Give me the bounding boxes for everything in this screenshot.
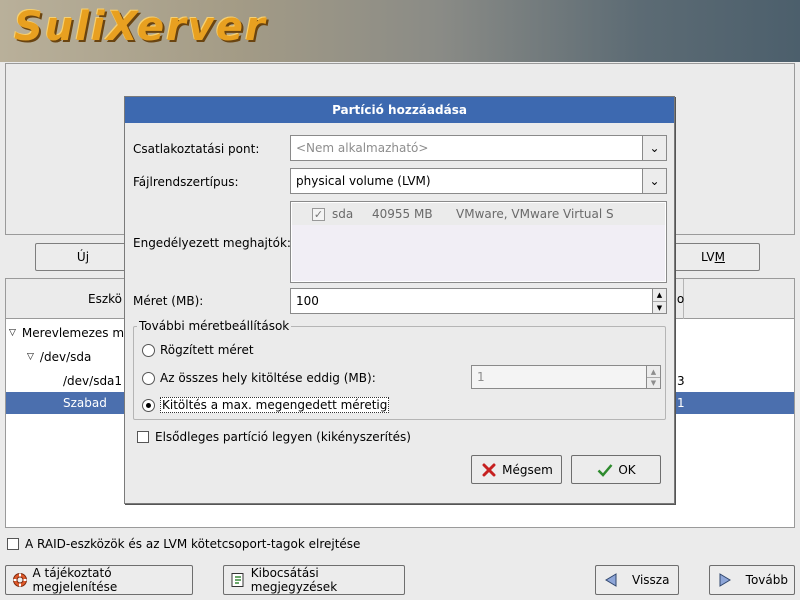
spin-down-icon[interactable]: ▼ [653, 301, 666, 313]
next-button[interactable]: Tovább [709, 565, 795, 595]
size-spinbox[interactable]: 100 ▲ ▼ [290, 288, 667, 314]
lvm-button[interactable]: LVM [666, 243, 760, 271]
radio-fill-max[interactable]: Kitöltés a max. megengedett méretig [142, 394, 390, 416]
fill-upto-spinbox[interactable]: 1 ▲ ▼ [471, 365, 661, 389]
ok-button[interactable]: OK [571, 455, 661, 484]
sulixerver-logo: SuliXerver [14, 4, 267, 50]
expand-triangle-icon[interactable]: ▽ [9, 328, 16, 338]
spin-up-icon[interactable]: ▲ [647, 366, 660, 377]
spin-arrows[interactable]: ▲ ▼ [652, 289, 666, 313]
hide-raid-lvm-checkbox[interactable]: A RAID-eszközök és az LVM kötetcsoport-t… [7, 537, 360, 551]
list-empty-area [292, 225, 665, 281]
release-notes-button[interactable]: Kibocsátási megjegyzések [223, 565, 405, 595]
radio-circle-selected[interactable] [142, 398, 155, 412]
cancel-button[interactable]: Mégsem [471, 455, 562, 484]
expand-triangle-icon[interactable]: ▽ [27, 352, 34, 362]
chevron-down-icon[interactable]: ⌄ [642, 169, 666, 193]
add-partition-dialog: Partíció hozzáadása Csatlakoztatási pont… [124, 96, 675, 504]
back-button[interactable]: Vissza [595, 565, 679, 595]
spin-arrows[interactable]: ▲ ▼ [646, 366, 660, 388]
chevron-down-icon[interactable]: ⌄ [642, 136, 666, 160]
drive-row-sda[interactable]: ✓ sda 40955 MB VMware, VMware Virtual S [292, 203, 665, 225]
radio-fill-upto[interactable]: Az összes hely kitöltése eddig (MB): [142, 367, 376, 389]
column-fragment[interactable]: o [677, 279, 684, 319]
radio-circle[interactable] [142, 371, 155, 385]
drive-checkbox[interactable]: ✓ [312, 207, 325, 221]
fs-type-combo[interactable]: physical volume (LVM) ⌄ [290, 168, 667, 194]
arrow-right-icon [716, 571, 734, 589]
allowed-drives-label: Engedélyezett meghajtók: [133, 236, 291, 250]
lvm-button-label: LVM [701, 250, 725, 264]
arrow-left-icon [602, 571, 620, 589]
checkbox-box[interactable] [137, 431, 149, 443]
dialog-title: Partíció hozzáadása [125, 97, 674, 123]
radio-fixed-size[interactable]: Rögzített méret [142, 339, 254, 361]
fs-type-label: Fájlrendszertípus: [133, 175, 239, 189]
spin-down-icon[interactable]: ▼ [647, 377, 660, 388]
size-label: Méret (MB): [133, 294, 204, 308]
cancel-x-icon [480, 461, 498, 479]
new-button[interactable]: Új [35, 243, 131, 271]
allowed-drives-list[interactable]: ✓ sda 40955 MB VMware, VMware Virtual S [290, 201, 667, 283]
size-options-legend: További méretbeállítások [137, 319, 292, 333]
checkbox-box[interactable] [7, 538, 19, 550]
new-button-label: Új [76, 250, 90, 264]
primary-partition-checkbox[interactable]: Elsődleges partíció legyen (kikényszerít… [137, 430, 411, 444]
spin-up-icon[interactable]: ▲ [653, 289, 666, 301]
mount-point-combo[interactable]: <Nem alkalmazható> ⌄ [290, 135, 667, 161]
mount-point-label: Csatlakoztatási pont: [133, 142, 260, 156]
release-notes-icon [230, 571, 247, 589]
checkmark-icon [596, 461, 614, 479]
lifebuoy-icon [12, 571, 28, 589]
header-banner: SuliXerver [0, 0, 800, 62]
show-info-button[interactable]: A tájékoztató megjelenítése [5, 565, 193, 595]
radio-circle[interactable] [142, 343, 155, 357]
